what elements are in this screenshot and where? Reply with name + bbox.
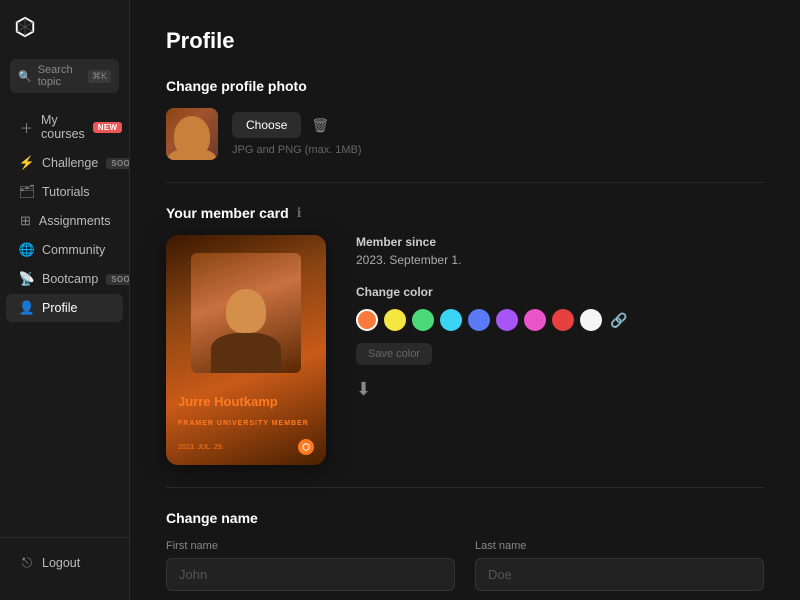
search-icon: 🔍 bbox=[18, 70, 32, 83]
card-person-head bbox=[226, 289, 266, 333]
sidebar-bottom: ⎋ Logout bbox=[0, 537, 129, 588]
member-card-layout: Jurre Houtkamp FRAMER UNIVERSITY MEMBER … bbox=[166, 235, 764, 465]
card-face-inner bbox=[191, 253, 301, 373]
sidebar-item-bootcamp[interactable]: 📡 Bootcamp SOON bbox=[6, 265, 123, 293]
color-picker-icon[interactable]: 🔗 bbox=[610, 312, 627, 329]
sidebar-item-label: Assignments bbox=[39, 214, 111, 228]
sidebar-item-assignments[interactable]: ⊞ Assignments bbox=[6, 207, 123, 235]
plus-icon: ＋ bbox=[20, 120, 33, 134]
user-icon: 👤 bbox=[20, 301, 34, 315]
member-since-label: Member since bbox=[356, 235, 764, 249]
photo-row: Choose 🗑 JPG and PNG (max. 1MB) bbox=[166, 108, 764, 160]
app-logo bbox=[0, 12, 129, 59]
sidebar-item-community[interactable]: 🌐 Community bbox=[6, 236, 123, 264]
last-name-input[interactable] bbox=[475, 558, 764, 591]
photo-actions-group: Choose 🗑 JPG and PNG (max. 1MB) bbox=[232, 112, 362, 156]
zap-icon: ⚡ bbox=[20, 156, 34, 170]
page-title: Profile bbox=[166, 28, 764, 54]
change-color-label: Change color bbox=[356, 285, 764, 299]
divider-2 bbox=[166, 487, 764, 488]
card-name: Jurre Houtkamp bbox=[178, 394, 314, 410]
grid-icon: ⊞ bbox=[20, 214, 31, 228]
logout-label: Logout bbox=[42, 556, 80, 570]
photo-section: Change profile photo Choose 🗑 JPG and PN… bbox=[166, 78, 764, 160]
logout-icon: ⎋ bbox=[20, 556, 34, 570]
last-name-label: Last name bbox=[475, 540, 764, 552]
globe-icon: 🌐 bbox=[20, 243, 34, 257]
photo-actions: Choose 🗑 bbox=[232, 112, 362, 138]
first-name-label: First name bbox=[166, 540, 455, 552]
folder-icon: 🗂 bbox=[20, 185, 34, 199]
info-icon: ℹ bbox=[297, 205, 302, 221]
color-swatches: 🔗 bbox=[356, 309, 764, 331]
card-date: 2023. JUL. 29. bbox=[178, 444, 224, 451]
search-bar[interactable]: 🔍 Search topic ⌘K bbox=[10, 59, 119, 93]
sidebar-item-my-courses[interactable]: ＋ My courses NEW bbox=[6, 106, 123, 148]
divider-1 bbox=[166, 182, 764, 183]
sidebar-item-tutorials[interactable]: 🗂 Tutorials bbox=[6, 178, 123, 206]
color-swatch-8[interactable] bbox=[580, 309, 602, 331]
sidebar-item-profile[interactable]: 👤 Profile bbox=[6, 294, 123, 322]
photo-section-title: Change profile photo bbox=[166, 78, 764, 94]
avatar-face bbox=[174, 116, 210, 156]
member-card-section: Your member card ℹ Jurre Houtkamp FRAMER… bbox=[166, 205, 764, 465]
delete-photo-icon[interactable]: 🗑 bbox=[311, 117, 329, 134]
photo-hint: JPG and PNG (max. 1MB) bbox=[232, 144, 362, 156]
member-card-visual: Jurre Houtkamp FRAMER UNIVERSITY MEMBER … bbox=[166, 235, 326, 465]
sidebar: 🔍 Search topic ⌘K ＋ My courses NEW ⚡ Cha… bbox=[0, 0, 130, 600]
first-name-group: First name bbox=[166, 540, 455, 591]
sidebar-item-label: Bootcamp bbox=[42, 272, 98, 286]
download-icon[interactable]: ⬇ bbox=[356, 379, 371, 399]
sidebar-item-challenge[interactable]: ⚡ Challenge SOON bbox=[6, 149, 123, 177]
color-swatch-2[interactable] bbox=[412, 309, 434, 331]
color-swatch-5[interactable] bbox=[496, 309, 518, 331]
avatar-preview bbox=[166, 108, 218, 160]
first-name-input[interactable] bbox=[166, 558, 455, 591]
soon-badge: SOON bbox=[106, 158, 129, 169]
save-color-button[interactable]: Save color bbox=[356, 343, 432, 365]
color-swatch-7[interactable] bbox=[552, 309, 574, 331]
new-badge: NEW bbox=[93, 122, 123, 133]
search-placeholder: Search topic bbox=[38, 64, 82, 88]
soon-badge: SOON bbox=[106, 274, 129, 285]
card-person-body bbox=[211, 333, 281, 373]
name-fields: First name Last name bbox=[166, 540, 764, 591]
change-name-section: Change name First name Last name Change … bbox=[166, 510, 764, 591]
color-swatch-1[interactable] bbox=[384, 309, 406, 331]
sidebar-nav: ＋ My courses NEW ⚡ Challenge SOON 🗂 Tuto… bbox=[0, 105, 129, 537]
member-card-title: Your member card bbox=[166, 205, 289, 221]
card-info: Member since 2023. September 1. Change c… bbox=[356, 235, 764, 400]
change-name-title: Change name bbox=[166, 510, 764, 526]
color-swatch-4[interactable] bbox=[468, 309, 490, 331]
logout-button[interactable]: ⎋ Logout bbox=[6, 549, 123, 577]
last-name-group: Last name bbox=[475, 540, 764, 591]
sidebar-item-label: Tutorials bbox=[42, 185, 89, 199]
color-swatch-6[interactable] bbox=[524, 309, 546, 331]
radio-icon: 📡 bbox=[20, 272, 34, 286]
main-content: Profile Change profile photo Choose 🗑 JP… bbox=[130, 0, 800, 600]
member-since-date: 2023. September 1. bbox=[356, 253, 764, 267]
card-logo-icon: ⬡ bbox=[298, 439, 314, 455]
sidebar-item-label: My courses bbox=[41, 113, 85, 141]
card-person-silhouette bbox=[211, 289, 281, 373]
color-swatch-3[interactable] bbox=[440, 309, 462, 331]
color-swatch-0[interactable] bbox=[356, 309, 378, 331]
sidebar-item-label: Challenge bbox=[42, 156, 98, 170]
search-shortcut: ⌘K bbox=[88, 70, 111, 83]
sidebar-item-label: Community bbox=[42, 243, 105, 257]
card-subtitle: FRAMER UNIVERSITY MEMBER bbox=[178, 420, 309, 427]
choose-photo-button[interactable]: Choose bbox=[232, 112, 301, 138]
card-face bbox=[191, 253, 301, 373]
sidebar-item-label: Profile bbox=[42, 301, 77, 315]
